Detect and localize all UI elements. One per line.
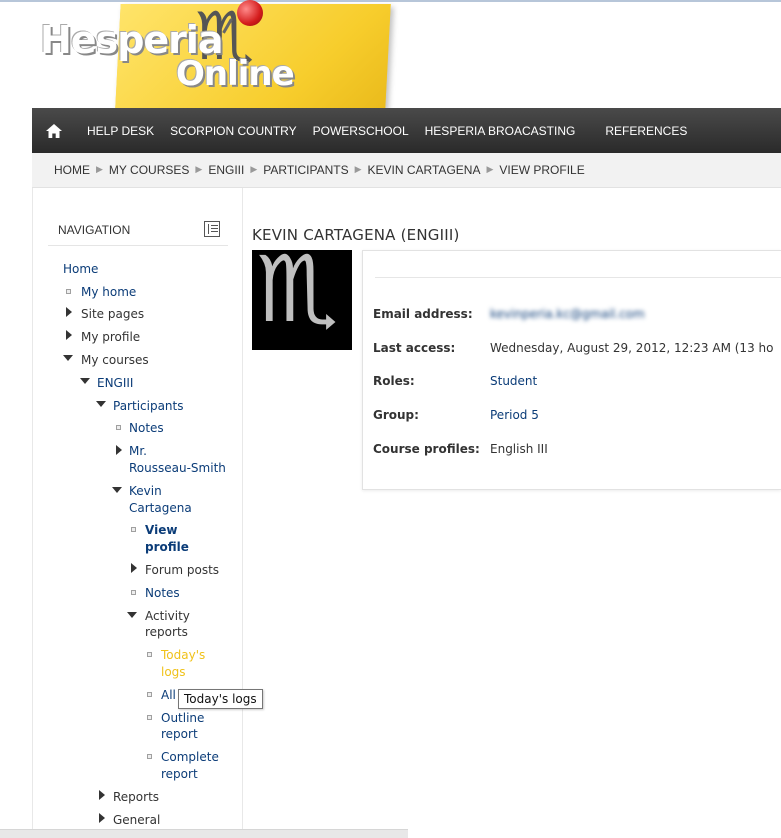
nav-tree-home[interactable]: Home xyxy=(63,261,98,278)
expand-arrow-icon[interactable] xyxy=(66,330,72,340)
bullet-icon xyxy=(147,715,152,720)
breadcrumb-engiii[interactable]: ENGIII xyxy=(208,163,244,177)
nav-tree-kevin-line2[interactable]: Cartagena xyxy=(129,500,192,517)
breadcrumb-my-courses[interactable]: MY COURSES xyxy=(109,163,189,177)
group-value-link[interactable]: Period 5 xyxy=(490,408,539,422)
nav-tree-todays-logs-line1[interactable]: Today's xyxy=(161,647,205,664)
nav-scorpion-country[interactable]: SCORPION COUNTRY xyxy=(170,124,296,138)
nav-tree-kevin-line1[interactable]: Kevin xyxy=(129,483,162,500)
nav-tree-todays-logs-line2[interactable]: logs xyxy=(161,664,186,681)
nav-tree-my-home[interactable]: My home xyxy=(81,284,136,301)
scorpion-avatar-icon: ♏ xyxy=(256,250,339,343)
breadcrumb-separator-icon: ▶ xyxy=(486,165,494,175)
nav-tree-activity-line1[interactable]: Activity xyxy=(145,608,190,625)
nav-references[interactable]: REFERENCES xyxy=(605,124,687,138)
bullet-icon xyxy=(66,289,71,294)
nav-tree-my-courses[interactable]: My courses xyxy=(81,352,149,369)
breadcrumb-separator-icon: ▶ xyxy=(96,165,103,175)
bullet-icon xyxy=(147,692,152,697)
breadcrumb-separator-icon: ▶ xyxy=(250,165,258,175)
group-label: Group: xyxy=(373,408,419,422)
tooltip: Today's logs xyxy=(178,689,263,709)
nav-tree-activity-line2[interactable]: reports xyxy=(145,624,188,641)
email-value-link[interactable]: kevinperia.kc@gmail.com xyxy=(490,307,645,321)
navigation-block-header: NAVIGATION xyxy=(48,208,228,246)
pushpin-icon xyxy=(237,0,263,26)
nav-tree-rousseau-line2[interactable]: Rousseau-Smith xyxy=(129,460,226,477)
divider xyxy=(375,277,781,278)
nav-tree-rousseau-line1[interactable]: Mr. xyxy=(129,443,147,460)
breadcrumb-participants[interactable]: PARTICIPANTS xyxy=(263,163,348,177)
nav-tree-outline-line2[interactable]: report xyxy=(161,726,198,743)
last-access-label: Last access: xyxy=(373,341,456,355)
bullet-icon xyxy=(131,590,136,595)
nav-tree-notes-2[interactable]: Notes xyxy=(145,585,180,602)
expand-arrow-icon[interactable] xyxy=(116,445,122,455)
nav-tree-general[interactable]: General xyxy=(113,812,160,829)
nav-tree-view-profile-line2[interactable]: profile xyxy=(145,539,189,556)
nav-tree-forum-posts[interactable]: Forum posts xyxy=(145,562,219,579)
navigation-title: NAVIGATION xyxy=(58,223,131,237)
nav-tree-view-profile-line1[interactable]: View xyxy=(145,522,177,539)
site-logo[interactable]: ♏ Hesperia Online xyxy=(0,0,781,108)
nav-tree-complete-line2[interactable]: report xyxy=(161,766,198,783)
page-title: KEVIN CARTAGENA (ENGIII) xyxy=(252,226,460,244)
bullet-icon xyxy=(147,754,152,759)
nav-hesperia-broadcasting[interactable]: HESPERIA BROACASTING xyxy=(425,124,576,138)
top-border xyxy=(0,0,781,2)
collapse-arrow-icon[interactable] xyxy=(96,401,106,407)
nav-tree-site-pages[interactable]: Site pages xyxy=(81,306,144,323)
horizontal-scrollbar[interactable] xyxy=(0,829,408,838)
nav-tree-outline-line1[interactable]: Outline xyxy=(161,710,204,727)
nav-help-desk[interactable]: HELP DESK xyxy=(87,124,154,138)
expand-arrow-icon[interactable] xyxy=(99,790,105,800)
main-navbar: HELP DESK SCORPION COUNTRY POWERSCHOOL H… xyxy=(32,108,781,153)
nav-tree-participants[interactable]: Participants xyxy=(113,398,184,415)
nav-powerschool[interactable]: POWERSCHOOL xyxy=(313,124,409,138)
breadcrumb: HOME ▶ MY COURSES ▶ ENGIII ▶ PARTICIPANT… xyxy=(32,153,781,188)
breadcrumb-separator-icon: ▶ xyxy=(195,165,203,175)
home-icon xyxy=(46,123,62,138)
bullet-icon xyxy=(116,425,121,430)
nav-tree-notes[interactable]: Notes xyxy=(129,420,164,437)
breadcrumb-view-profile: VIEW PROFILE xyxy=(499,163,585,177)
collapse-arrow-icon[interactable] xyxy=(112,487,122,493)
expand-arrow-icon[interactable] xyxy=(99,813,105,823)
nav-tree-all-logs[interactable]: All xyxy=(161,687,176,704)
dock-block-icon[interactable] xyxy=(204,221,220,237)
breadcrumb-separator-icon: ▶ xyxy=(354,165,362,175)
roles-label: Roles: xyxy=(373,374,415,388)
nav-tree-my-profile[interactable]: My profile xyxy=(81,329,140,346)
expand-arrow-icon[interactable] xyxy=(131,563,137,573)
breadcrumb-home[interactable]: HOME xyxy=(54,163,90,177)
last-access-value: Wednesday, August 29, 2012, 12:23 AM (13… xyxy=(490,341,774,355)
bullet-icon xyxy=(131,527,136,532)
roles-value-link[interactable]: Student xyxy=(490,374,537,388)
nav-tree-complete-line1[interactable]: Complete xyxy=(161,749,219,766)
logo-text-line2: Online xyxy=(176,54,295,94)
course-profiles-value: English III xyxy=(490,442,548,456)
bullet-icon xyxy=(147,652,152,657)
nav-tree-engiii[interactable]: ENGIII xyxy=(97,375,133,392)
avatar[interactable]: ♏ xyxy=(252,250,352,350)
nav-tree-reports[interactable]: Reports xyxy=(113,789,159,806)
email-label: Email address: xyxy=(373,307,473,321)
expand-arrow-icon[interactable] xyxy=(66,307,72,317)
nav-home-button[interactable] xyxy=(32,108,76,153)
collapse-arrow-icon[interactable] xyxy=(80,378,90,384)
collapse-arrow-icon[interactable] xyxy=(63,355,73,361)
breadcrumb-kevin-cartagena[interactable]: KEVIN CARTAGENA xyxy=(368,163,481,177)
collapse-arrow-icon[interactable] xyxy=(127,612,137,618)
course-profiles-label: Course profiles: xyxy=(373,442,480,456)
